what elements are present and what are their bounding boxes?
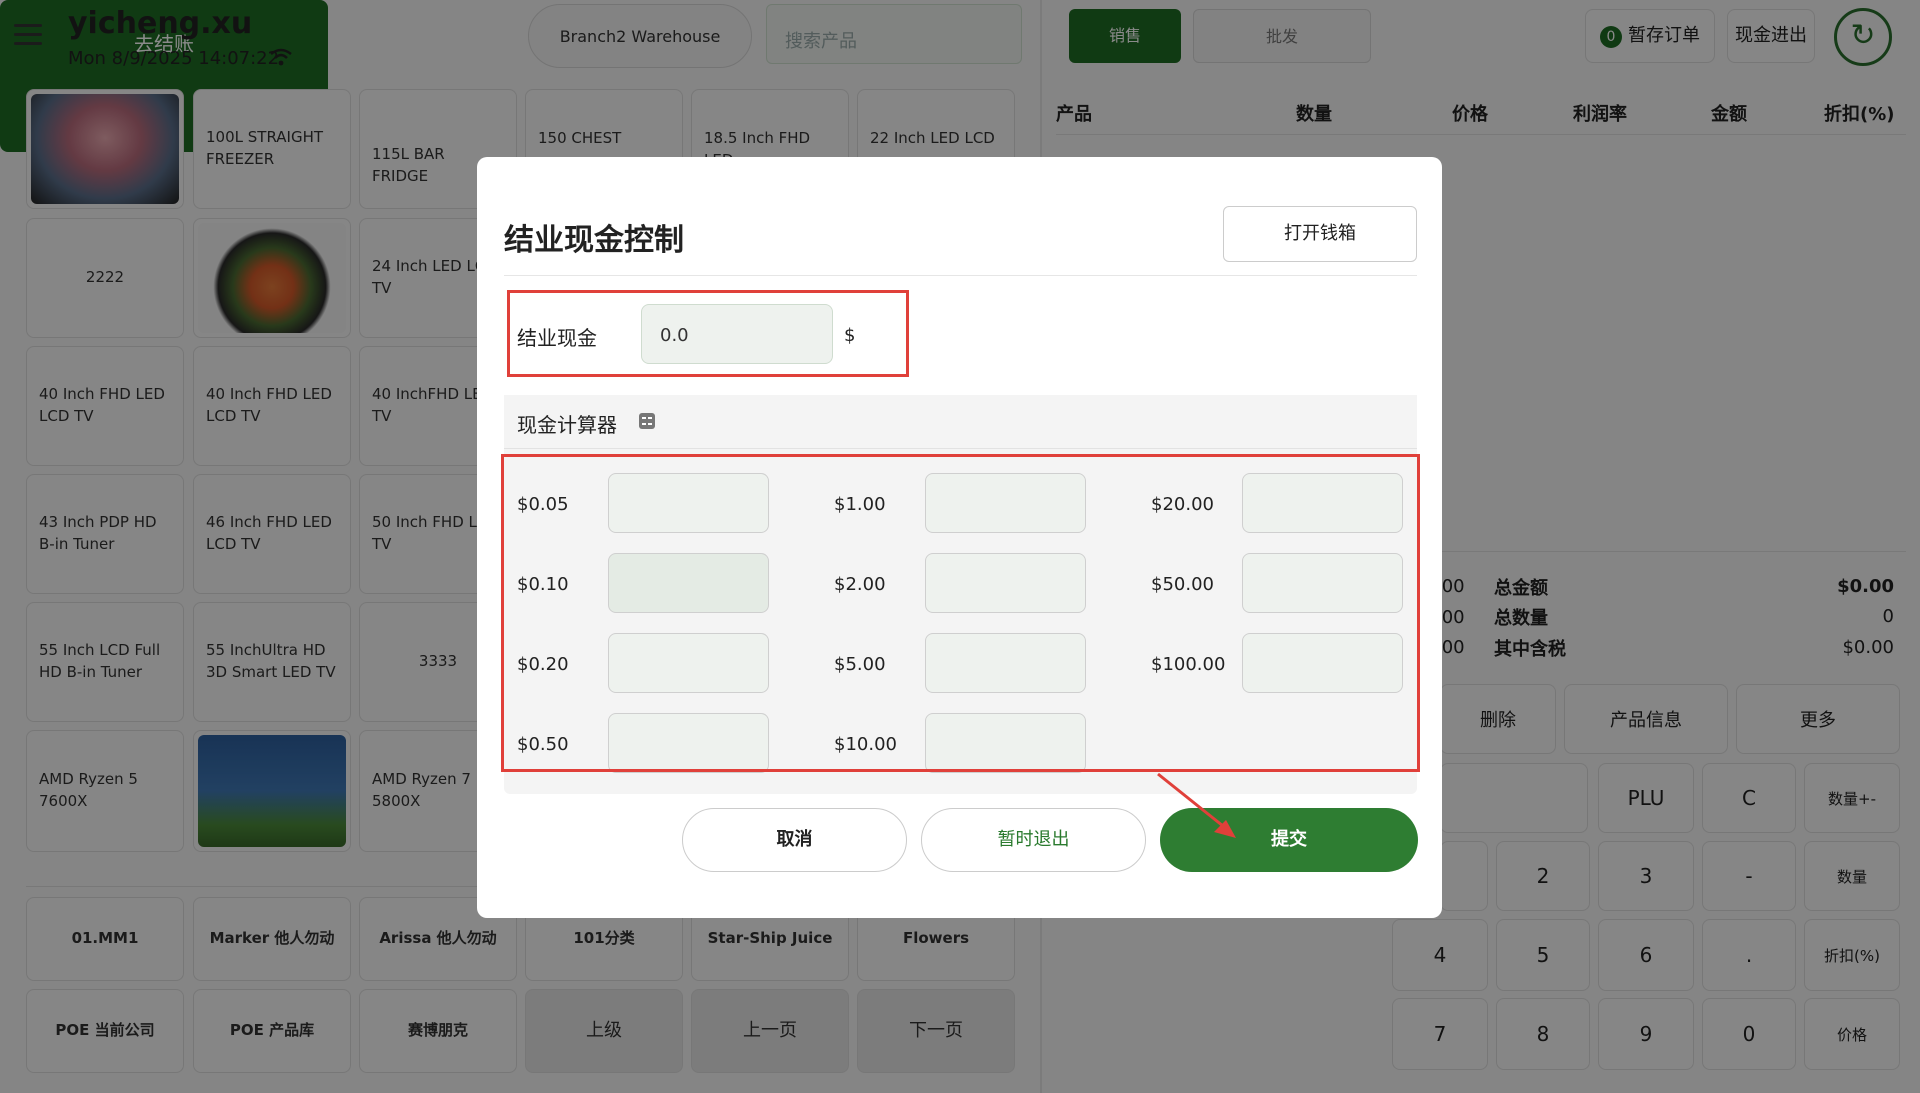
highlight-closing-cash <box>507 290 909 377</box>
cancel-button[interactable]: 取消 <box>682 808 907 872</box>
title-divider <box>504 275 1417 276</box>
closing-cash-dialog: 结业现金控制 打开钱箱 结业现金 0.0 $ 现金计算器 $0.05 $0.10… <box>477 157 1442 918</box>
calculator-title: 现金计算器 <box>517 413 617 437</box>
temporary-exit-button[interactable]: 暂时退出 <box>921 808 1146 872</box>
calculator-icon[interactable] <box>639 413 655 429</box>
arrow-annotation-icon <box>1157 772 1236 838</box>
highlight-cash-calculator <box>501 454 1420 772</box>
dialog-title: 结业现金控制 <box>504 223 684 258</box>
open-drawer-button[interactable]: 打开钱箱 <box>1223 206 1417 262</box>
